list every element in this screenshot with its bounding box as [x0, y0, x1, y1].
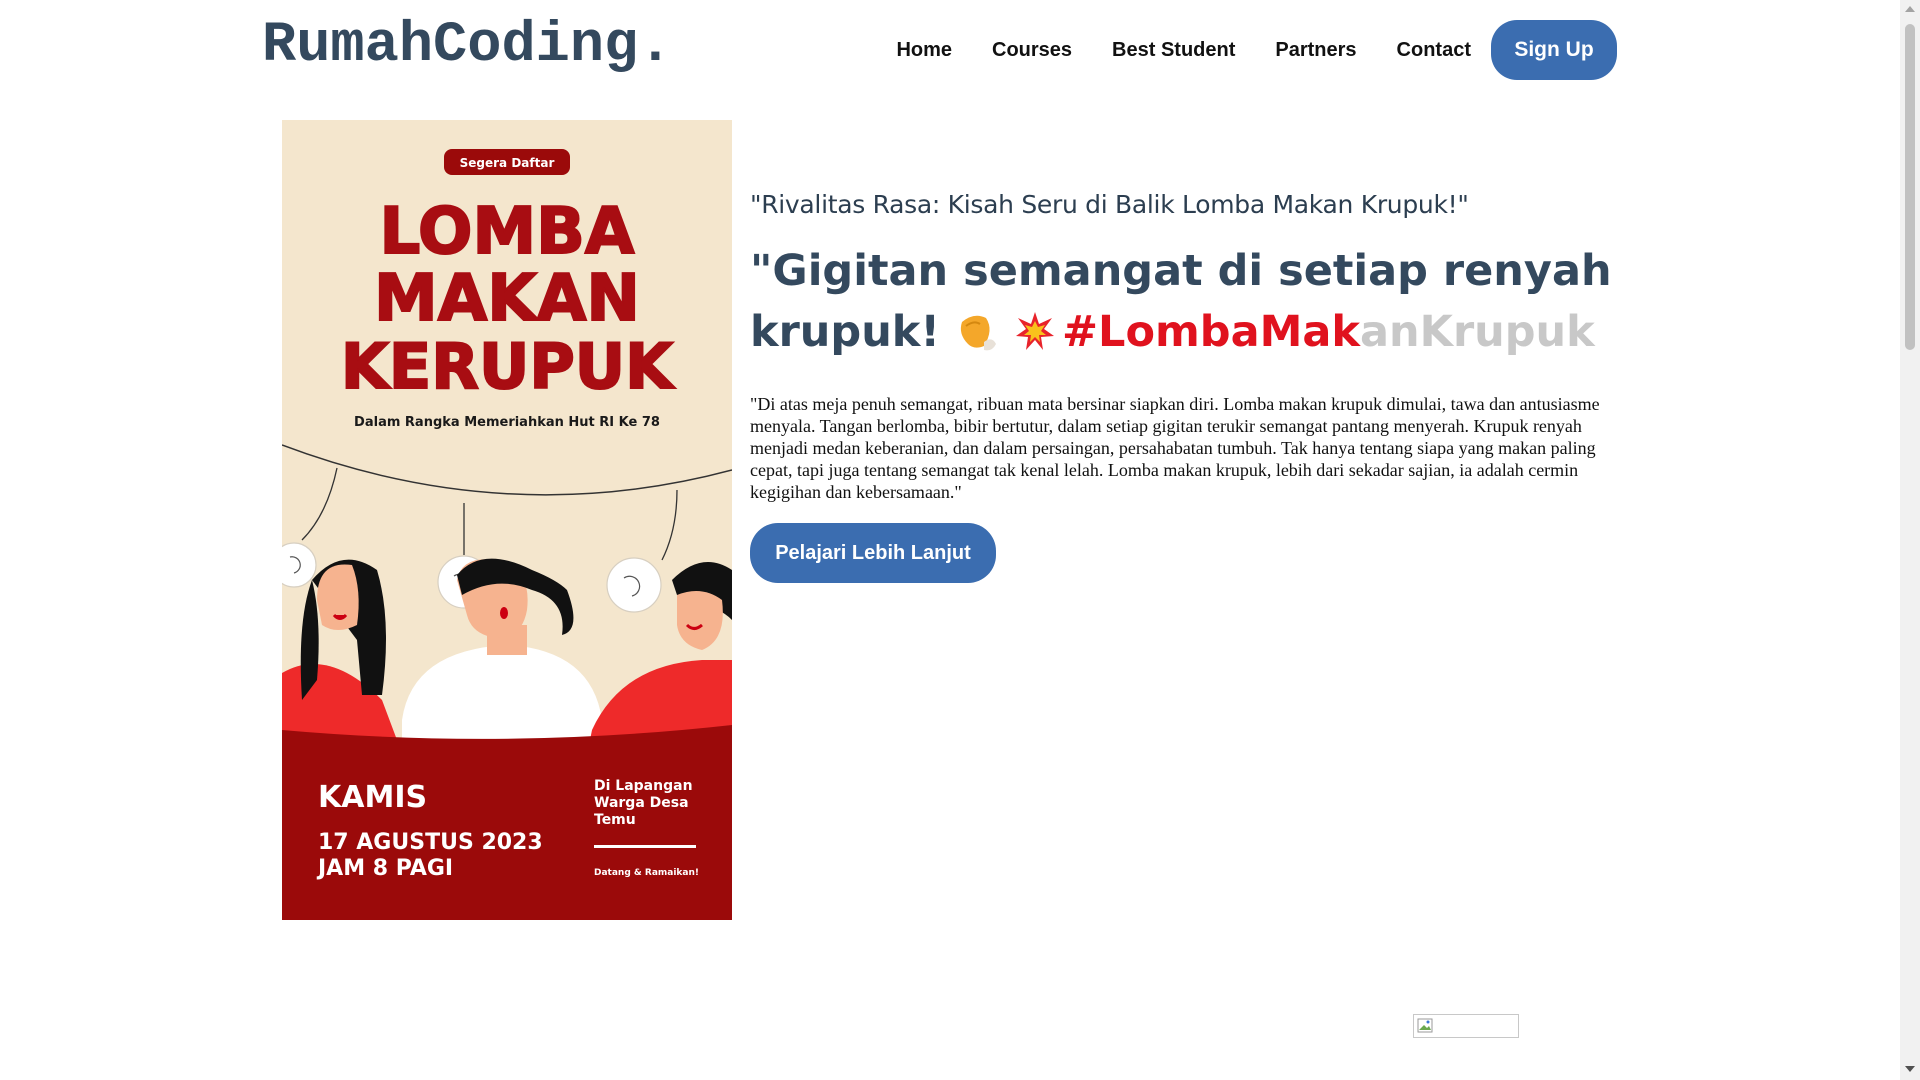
scroll-thumb[interactable] — [1905, 24, 1915, 350]
hashtag-highlight: #LombaMak — [1062, 307, 1360, 357]
hero-content: "Rivalitas Rasa: Kisah Seru di Balik Lom… — [750, 190, 1638, 583]
poster-subtitle: Dalam Rangka Memeriahkan Hut RI Ke 78 — [354, 415, 660, 430]
sign-up-button[interactable]: Sign Up — [1491, 20, 1617, 80]
krupuk-icon — [954, 308, 1000, 354]
nav-courses-link[interactable]: Courses — [992, 39, 1072, 62]
poster-tagline: Datang & Ramaikan! — [594, 868, 699, 878]
site-logo[interactable]: RumahCoding. — [262, 14, 672, 78]
poster-title-line1: LOMBA — [380, 195, 635, 269]
explosion-icon — [1014, 308, 1056, 350]
poster-title-line2: MAKAN — [374, 262, 640, 336]
broken-image-placeholder — [1413, 1014, 1519, 1038]
scroll-down-arrow-icon[interactable] — [1905, 1066, 1915, 1072]
scroll-up-arrow-icon[interactable] — [1905, 6, 1915, 12]
poster-badge-text: Segera Daftar — [460, 156, 555, 170]
nav-contact-link[interactable]: Contact — [1397, 39, 1471, 62]
nav-partners-link[interactable]: Partners — [1275, 39, 1356, 62]
poster-date: 17 AGUSTUS 2023 — [318, 830, 543, 855]
poster-day: KAMIS — [318, 780, 427, 815]
hero-subtitle: "Rivalitas Rasa: Kisah Seru di Balik Lom… — [750, 190, 1469, 219]
poster-location-line2: Warga Desa — [594, 795, 689, 811]
nav-best-student-link[interactable]: Best Student — [1112, 39, 1235, 62]
poster-location-line1: Di Lapangan — [594, 778, 693, 794]
event-poster-image: Segera Daftar LOMBA MAKAN KERUPUK Dalam … — [282, 120, 732, 920]
site-header: RumahCoding. Home Courses Best Student P… — [0, 0, 1900, 100]
hashtag-faded: anKrupuk — [1360, 307, 1595, 357]
hero-description: "Di atas meja penuh semangat, ribuan mat… — [750, 394, 1600, 502]
nav-home-link[interactable]: Home — [896, 39, 952, 62]
learn-more-button[interactable]: Pelajari Lebih Lanjut — [750, 523, 996, 583]
poster-title-line3: KERUPUK — [341, 330, 675, 403]
hero-headline: "Gigitan semangat di setiap renyah krupu… — [750, 241, 1638, 363]
broken-image-icon — [1417, 1018, 1433, 1033]
poster-location-line3: Temu — [594, 812, 636, 828]
vertical-scrollbar[interactable] — [1900, 0, 1920, 1080]
main-nav: Home Courses Best Student Partners Conta… — [856, 20, 1617, 80]
poster-time: JAM 8 PAGI — [316, 856, 453, 881]
